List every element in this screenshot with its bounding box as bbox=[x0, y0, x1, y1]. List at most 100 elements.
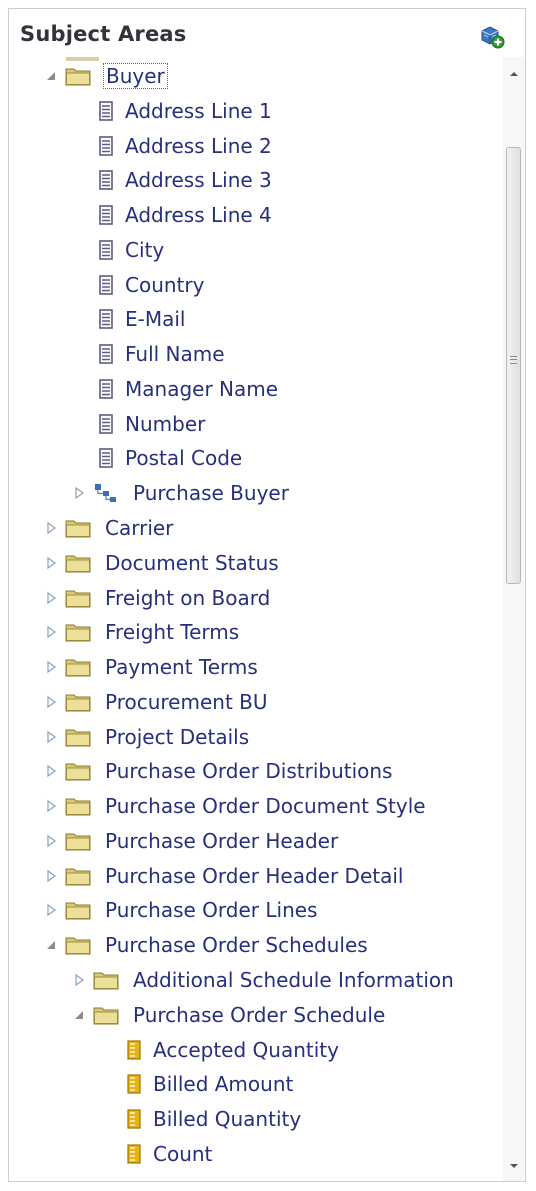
tree-item-label[interactable]: Buyer bbox=[103, 63, 168, 89]
tree-item-label[interactable]: Payment Terms bbox=[103, 654, 260, 680]
tree-item[interactable]: Purchase Order Schedules bbox=[43, 930, 370, 960]
attribute-column-icon bbox=[93, 343, 119, 365]
tree-item[interactable]: Country bbox=[71, 270, 206, 300]
expand-toggle-icon[interactable] bbox=[43, 729, 59, 745]
tree-item[interactable]: Additional Schedule Information bbox=[71, 965, 456, 995]
tree-item[interactable]: Count bbox=[99, 1139, 214, 1169]
toggle-spacer bbox=[71, 450, 87, 466]
expand-toggle-icon[interactable] bbox=[43, 798, 59, 814]
tree-item[interactable]: Billed Amount bbox=[99, 1069, 295, 1099]
tree-item-label[interactable]: E-Mail bbox=[123, 306, 187, 332]
tree-item-label[interactable]: Count bbox=[151, 1141, 214, 1167]
tree-item[interactable]: Buyer bbox=[43, 61, 168, 91]
tree-item-label[interactable]: Postal Code bbox=[123, 445, 244, 471]
tree-item-label[interactable]: Billed Amount bbox=[151, 1071, 295, 1097]
tree-item-label[interactable]: Address Line 1 bbox=[123, 98, 274, 124]
attribute-column-icon bbox=[93, 447, 119, 469]
tree-item[interactable]: Address Line 3 bbox=[71, 165, 274, 195]
tree-item-label[interactable]: Full Name bbox=[123, 341, 227, 367]
tree-item[interactable]: Purchase Order Schedule bbox=[71, 1000, 387, 1030]
tree-item[interactable]: Accepted Quantity bbox=[99, 1035, 341, 1065]
tree-item[interactable]: Purchase Order Distributions bbox=[43, 756, 394, 786]
tree-item-label[interactable]: Purchase Order Header Detail bbox=[103, 863, 405, 889]
collapse-toggle-icon[interactable] bbox=[43, 68, 59, 84]
tree-item[interactable]: Number bbox=[71, 409, 207, 439]
tree-item-label[interactable]: Purchase Buyer bbox=[131, 480, 291, 506]
tree-item-label[interactable]: Freight Terms bbox=[103, 619, 241, 645]
expand-toggle-icon[interactable] bbox=[71, 485, 87, 501]
tree-item-label[interactable]: Country bbox=[123, 272, 206, 298]
tree-item[interactable]: Purchase Order Lines bbox=[43, 895, 319, 925]
tree-item[interactable]: Address Line 4 bbox=[71, 200, 274, 230]
tree-item[interactable]: Freight on Board bbox=[43, 583, 272, 613]
folder-icon bbox=[65, 65, 91, 87]
tree-item-label[interactable]: Purchase Order Distributions bbox=[103, 758, 394, 784]
toggle-spacer bbox=[99, 1111, 115, 1127]
expand-toggle-icon[interactable] bbox=[71, 972, 87, 988]
tree-item[interactable]: Procurement BU bbox=[43, 687, 270, 717]
tree-item-label[interactable]: Project Details bbox=[103, 724, 251, 750]
tree-item[interactable]: Address Line 1 bbox=[71, 96, 274, 126]
tree-item[interactable]: Purchase Order Header Detail bbox=[43, 861, 405, 891]
tree-item[interactable]: Project Details bbox=[43, 722, 251, 752]
tree-item-label[interactable]: Purchase Order Document Style bbox=[103, 793, 428, 819]
tree-item-label[interactable]: Purchase Order Schedules bbox=[103, 932, 370, 958]
tree-item-label[interactable]: Address Line 3 bbox=[123, 167, 274, 193]
folder-icon bbox=[65, 552, 91, 574]
expand-toggle-icon[interactable] bbox=[43, 833, 59, 849]
tree-item-label[interactable]: Purchase Order Header bbox=[103, 828, 340, 854]
tree-item[interactable]: City bbox=[71, 235, 166, 265]
expand-toggle-icon[interactable] bbox=[43, 555, 59, 571]
vertical-scrollbar[interactable] bbox=[503, 57, 525, 1181]
tree-item[interactable]: Full Name bbox=[71, 339, 227, 369]
expand-toggle-icon[interactable] bbox=[43, 520, 59, 536]
tree-item-label[interactable]: Address Line 4 bbox=[123, 202, 274, 228]
scroll-down-button[interactable] bbox=[503, 1155, 525, 1177]
tree-item-label[interactable]: Manager Name bbox=[123, 376, 280, 402]
toggle-spacer bbox=[71, 381, 87, 397]
toggle-spacer bbox=[71, 207, 87, 223]
tree-item-label[interactable]: Accepted Quantity bbox=[151, 1037, 341, 1063]
folder-icon bbox=[65, 726, 91, 748]
tree-item[interactable]: Document Status bbox=[43, 548, 281, 578]
folder-icon bbox=[65, 899, 91, 921]
toggle-spacer bbox=[71, 311, 87, 327]
tree-item[interactable]: Freight Terms bbox=[43, 617, 241, 647]
folder-icon bbox=[65, 691, 91, 713]
tree-item-label[interactable]: Freight on Board bbox=[103, 585, 272, 611]
tree-item[interactable]: Purchase Order Header bbox=[43, 826, 340, 856]
expand-toggle-icon[interactable] bbox=[43, 868, 59, 884]
tree-item-label[interactable]: City bbox=[123, 237, 166, 263]
tree-item[interactable]: E-Mail bbox=[71, 304, 187, 334]
collapse-toggle-icon[interactable] bbox=[43, 937, 59, 953]
expand-toggle-icon[interactable] bbox=[43, 902, 59, 918]
collapse-toggle-icon[interactable] bbox=[71, 1007, 87, 1023]
tree-item[interactable]: Purchase Order Document Style bbox=[43, 791, 428, 821]
tree-item-label[interactable]: Number bbox=[123, 411, 207, 437]
expand-toggle-icon[interactable] bbox=[43, 624, 59, 640]
add-subject-area-icon[interactable] bbox=[479, 23, 505, 49]
tree-item-label[interactable]: Carrier bbox=[103, 515, 175, 541]
tree-item-label[interactable]: Address Line 2 bbox=[123, 133, 274, 159]
expand-toggle-icon[interactable] bbox=[43, 694, 59, 710]
scrollbar-thumb[interactable] bbox=[506, 147, 521, 584]
tree-item[interactable]: Address Line 2 bbox=[71, 131, 274, 161]
tree-item[interactable]: Manager Name bbox=[71, 374, 280, 404]
tree-item-label[interactable]: Additional Schedule Information bbox=[131, 967, 456, 993]
expand-toggle-icon[interactable] bbox=[43, 763, 59, 779]
expand-toggle-icon[interactable] bbox=[43, 659, 59, 675]
tree-item-label[interactable]: Purchase Order Schedule bbox=[131, 1002, 387, 1028]
toggle-spacer bbox=[99, 1146, 115, 1162]
tree-item-label[interactable]: Billed Quantity bbox=[151, 1106, 303, 1132]
expand-toggle-icon[interactable] bbox=[43, 590, 59, 606]
tree-item[interactable]: Carrier bbox=[43, 513, 175, 543]
tree-item-label[interactable]: Document Status bbox=[103, 550, 281, 576]
tree-item[interactable]: Payment Terms bbox=[43, 652, 260, 682]
toggle-spacer bbox=[71, 242, 87, 258]
scroll-up-button[interactable] bbox=[503, 63, 525, 85]
tree-item-label[interactable]: Purchase Order Lines bbox=[103, 897, 319, 923]
tree-item[interactable]: Purchase Buyer bbox=[71, 478, 291, 508]
tree-item[interactable]: Billed Quantity bbox=[99, 1104, 303, 1134]
tree-item-label[interactable]: Procurement BU bbox=[103, 689, 270, 715]
tree-item[interactable]: Postal Code bbox=[71, 443, 244, 473]
